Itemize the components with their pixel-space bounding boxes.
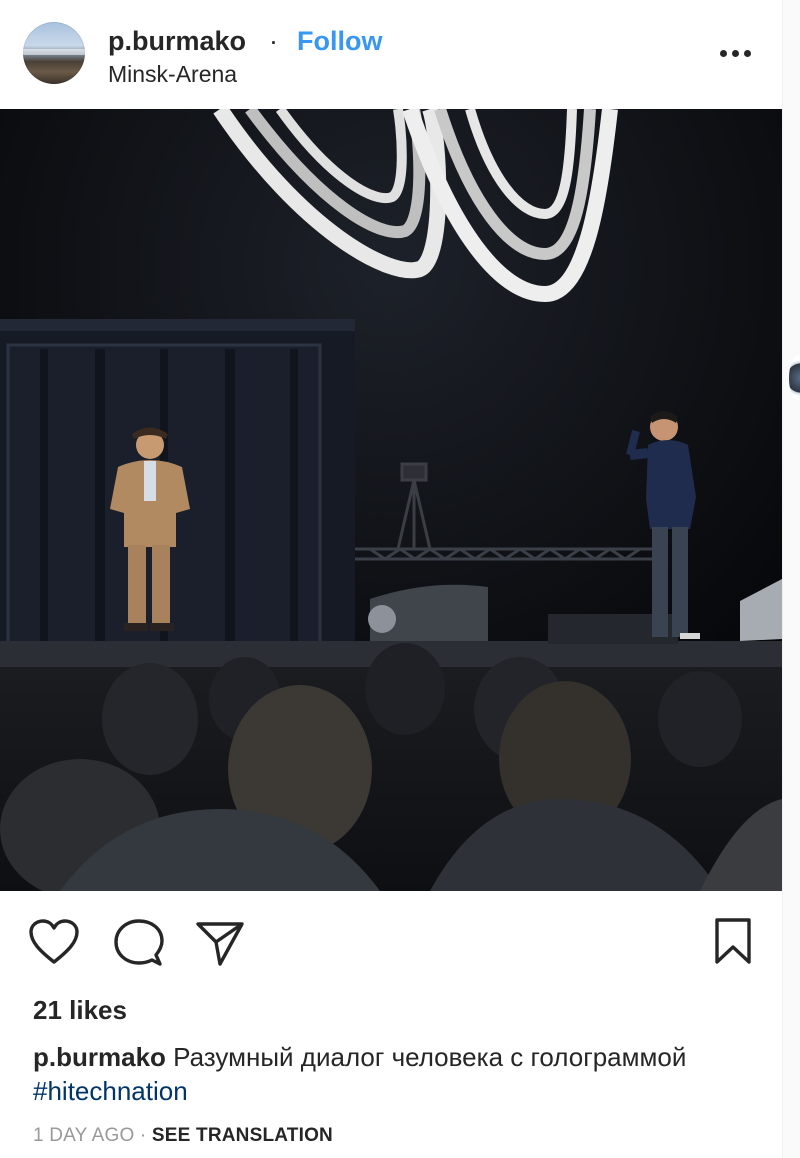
stage-photo-illustration <box>0 109 782 891</box>
location-link[interactable]: Minsk-Arena <box>108 60 237 88</box>
separator-dot: · <box>269 26 278 56</box>
follow-button[interactable]: Follow <box>297 24 382 58</box>
post-meta: 1 DAY AGO · SEE TRANSLATION <box>33 1124 333 1148</box>
more-options-icon[interactable] <box>716 42 756 64</box>
right-gutter <box>782 0 800 1158</box>
timestamp[interactable]: 1 DAY AGO <box>33 1125 134 1146</box>
comment-icon[interactable] <box>112 917 164 969</box>
heart-icon[interactable] <box>28 918 80 966</box>
post-photo[interactable] <box>0 109 782 891</box>
bookmark-icon[interactable] <box>712 916 754 968</box>
post-header: p.burmako · Follow Minsk-Arena <box>0 0 782 108</box>
avatar[interactable] <box>23 22 85 84</box>
instagram-post: p.burmako · Follow Minsk-Arena 21 likes … <box>0 0 782 1158</box>
caption-text: Разумный диалог человека с голограммой <box>165 1042 687 1072</box>
paper-plane-icon[interactable] <box>194 918 246 968</box>
action-bar <box>0 900 782 990</box>
audience <box>0 643 782 891</box>
caption: p.burmako Разумный диалог человека с гол… <box>33 1040 753 1108</box>
meta-separator: · <box>134 1125 152 1146</box>
username[interactable]: p.burmako <box>108 24 246 58</box>
hashtag-link[interactable]: #hitechnation <box>33 1076 188 1106</box>
see-translation-button[interactable]: SEE TRANSLATION <box>152 1125 333 1146</box>
caption-username[interactable]: p.burmako <box>33 1042 166 1072</box>
likes-count[interactable]: 21 likes <box>33 994 127 1026</box>
